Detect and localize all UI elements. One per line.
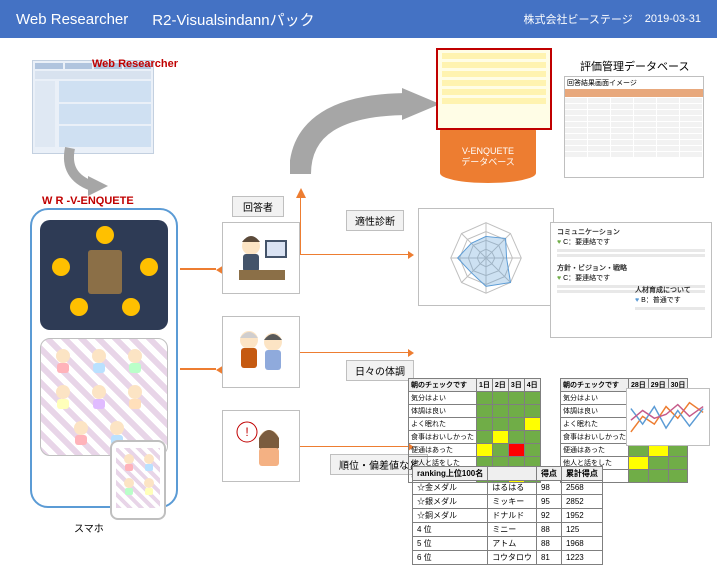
- person-office-worker: [222, 222, 300, 294]
- svg-text:!: !: [245, 425, 248, 439]
- header-title-1: Web Researcher: [16, 11, 128, 28]
- results-table-mock: 回答結果画面イメージ: [564, 76, 704, 178]
- respondents-label: 回答者: [232, 196, 284, 217]
- characters-panel: [40, 338, 168, 456]
- connector-arrow-icon: [300, 352, 412, 353]
- section-daily-label: 日々の体調: [346, 360, 414, 381]
- wr-label: Web Researcher: [92, 58, 178, 70]
- feedback-card: コミュニケーション♥ C：要連絡です 方針・ビジョン・戦略♥ C：要連絡です 人…: [550, 222, 712, 338]
- sparkline-chart: [626, 388, 710, 446]
- arrow-curve-down-icon: [60, 146, 120, 196]
- wr-venq-label: W R -V-ENQUETE: [42, 195, 134, 207]
- connector-arrow-icon: [300, 254, 412, 255]
- header: Web Researcher R2-Visualsindannパック 株式会社ビ…: [0, 0, 717, 38]
- connector-line-icon: [300, 196, 301, 254]
- heart-icon: ♥: [557, 239, 561, 246]
- smartphone-mock: [110, 440, 166, 520]
- radar-chart: [418, 208, 554, 306]
- ranking-table: ranking上位100名得点累計得点☆金メダルはるはる982568☆銀メダルミ…: [412, 466, 603, 565]
- arrow-bidir-icon: [180, 268, 216, 270]
- header-date: 2019-03-31: [645, 13, 701, 25]
- report-doc-mock: [436, 48, 552, 130]
- eval-db-label: 評価管理データベース: [580, 58, 689, 74]
- wr-app-mock: [32, 60, 154, 154]
- header-company: 株式会社ビーステージ: [523, 11, 632, 27]
- db-label-1: V-ENQUETE: [462, 146, 514, 157]
- heart-icon: ♥: [557, 275, 561, 282]
- smartphone-label: スマホ: [74, 520, 104, 535]
- arrow-bidir-icon: [180, 368, 216, 370]
- connector-arrow-icon: [300, 446, 412, 447]
- heart-icon: ♥: [635, 297, 639, 304]
- header-title-2: R2-Visualsindannパック: [152, 9, 523, 30]
- person-elderly-couple: [222, 316, 300, 388]
- arrow-swoosh-icon: [290, 84, 460, 184]
- db-label-2: データベース: [461, 157, 515, 168]
- arrow-up-icon: [296, 188, 306, 200]
- section-aptitude-label: 適性診断: [346, 210, 404, 231]
- person-woman-idea: !: [222, 410, 300, 482]
- database-icon: V-ENQUETE データベース: [440, 122, 536, 190]
- emoji-panel: [40, 220, 168, 330]
